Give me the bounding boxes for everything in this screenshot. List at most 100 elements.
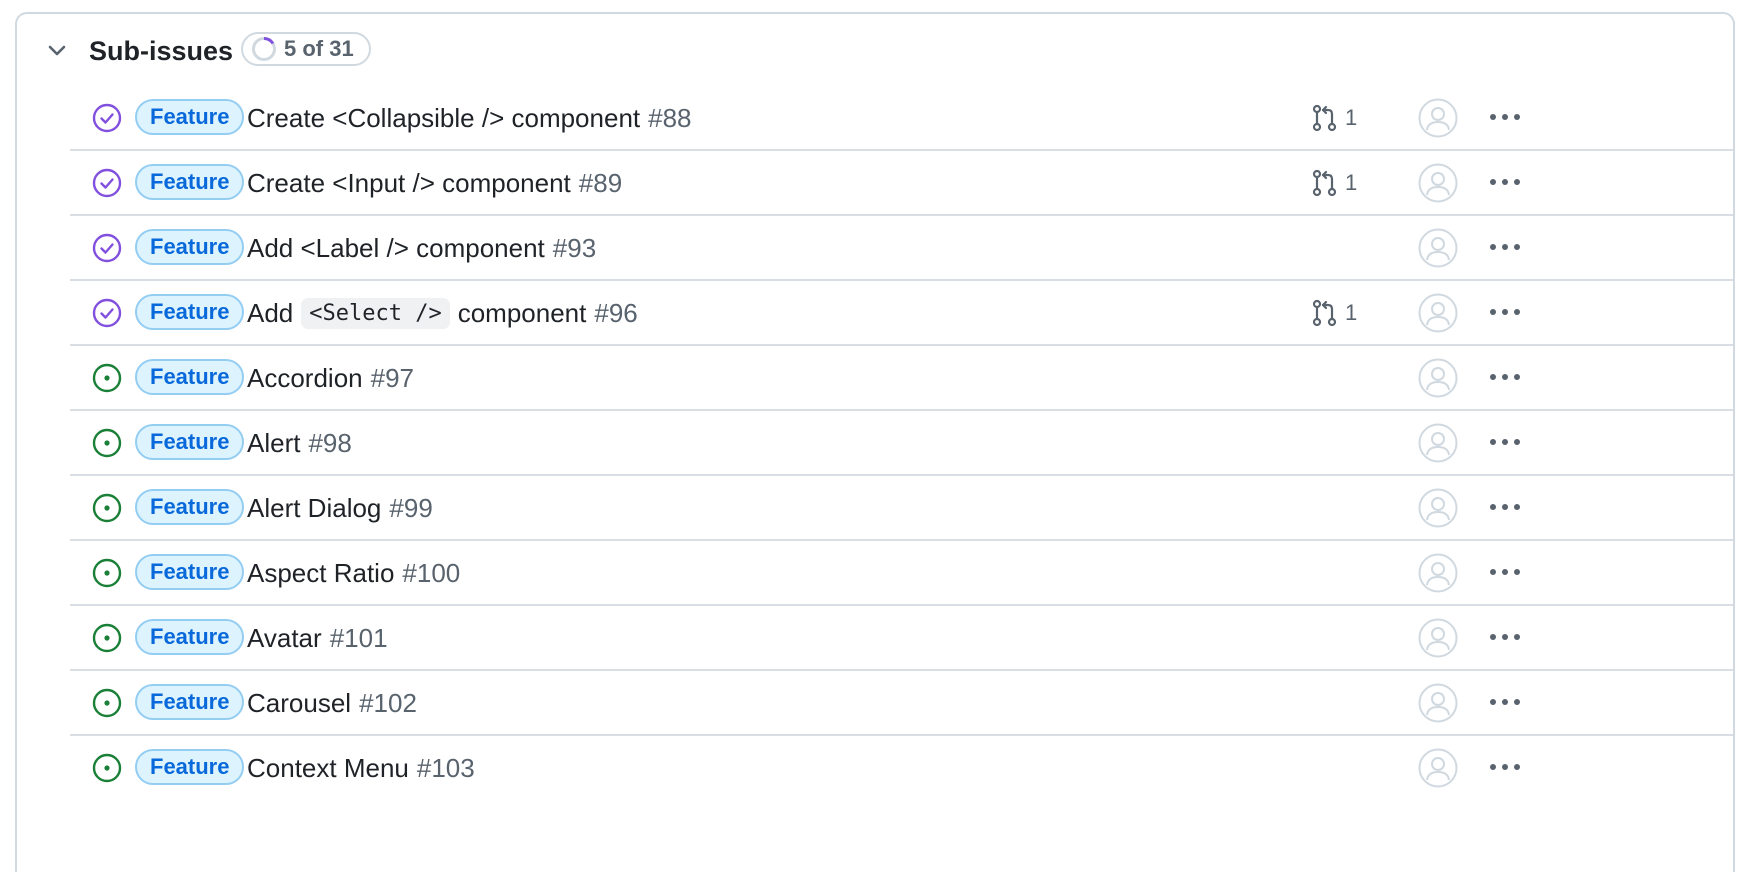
progress-ring-icon bbox=[252, 37, 276, 61]
section-title: Sub-issues bbox=[89, 36, 234, 66]
sub-issues-panel: Sub-issues 5 of 31 Feature Create <Collap… bbox=[15, 12, 1735, 872]
sub-issue-row[interactable]: Feature Alert #98 bbox=[17, 411, 1733, 476]
assignee-avatar-icon[interactable] bbox=[1418, 98, 1458, 138]
issue-title-link[interactable]: Avatar #101 bbox=[247, 620, 388, 656]
row-actions-button[interactable] bbox=[1483, 751, 1527, 783]
issue-closed-icon bbox=[92, 103, 122, 133]
issue-title-text: Carousel bbox=[247, 687, 352, 718]
sub-issue-row[interactable]: Feature Carousel #102 bbox=[17, 671, 1733, 736]
issue-title-text: Alert Dialog bbox=[247, 492, 382, 523]
kebab-horizontal-icon bbox=[1490, 439, 1520, 445]
issue-title-link[interactable]: Create <Collapsible /> component #88 bbox=[247, 100, 692, 136]
row-actions-button[interactable] bbox=[1483, 166, 1527, 198]
issue-title-text: Alert bbox=[247, 427, 301, 458]
assignee-avatar-icon[interactable] bbox=[1418, 163, 1458, 203]
linked-pull-requests[interactable]: 1 bbox=[1311, 167, 1357, 199]
linked-pull-requests[interactable]: 1 bbox=[1311, 102, 1357, 134]
issue-title-link[interactable]: Context Menu #103 bbox=[247, 750, 475, 786]
sub-issue-row[interactable]: Feature Add <Select /> component #96 1 bbox=[17, 281, 1733, 346]
sub-issue-row[interactable]: Feature Aspect Ratio #100 bbox=[17, 541, 1733, 606]
issue-number: #96 bbox=[594, 297, 638, 328]
issue-title-link[interactable]: Add <Select /> component #96 bbox=[247, 295, 638, 331]
kebab-horizontal-icon bbox=[1490, 309, 1520, 315]
issue-closed-icon bbox=[92, 233, 122, 263]
collapse-toggle-button[interactable] bbox=[43, 36, 71, 64]
label-feature[interactable]: Feature bbox=[135, 619, 245, 655]
assignee-avatar-icon[interactable] bbox=[1418, 618, 1458, 658]
issue-open-icon bbox=[92, 493, 122, 523]
label-feature[interactable]: Feature bbox=[135, 749, 245, 785]
issue-title-link[interactable]: Alert Dialog #99 bbox=[247, 490, 433, 526]
assignee-avatar-icon[interactable] bbox=[1418, 553, 1458, 593]
sub-issue-row[interactable]: Feature Avatar #101 bbox=[17, 606, 1733, 671]
progress-count: 5 of 31 bbox=[284, 36, 354, 61]
row-actions-button[interactable] bbox=[1483, 101, 1527, 133]
row-actions-button[interactable] bbox=[1483, 361, 1527, 393]
sub-issue-row[interactable]: Feature Accordion #97 bbox=[17, 346, 1733, 411]
pull-request-icon bbox=[1312, 104, 1337, 132]
issue-number: #98 bbox=[308, 427, 352, 458]
issue-title-text: Context Menu bbox=[247, 752, 409, 783]
sub-issue-row[interactable]: Feature Create <Input /> component #89 1 bbox=[17, 151, 1733, 216]
row-actions-button[interactable] bbox=[1483, 556, 1527, 588]
assignee-avatar-icon[interactable] bbox=[1418, 228, 1458, 268]
row-actions-button[interactable] bbox=[1483, 296, 1527, 328]
label-feature[interactable]: Feature bbox=[135, 554, 245, 590]
issue-title-text: Create <Input /> component bbox=[247, 167, 571, 198]
kebab-horizontal-icon bbox=[1490, 699, 1520, 705]
issue-open-icon bbox=[92, 558, 122, 588]
sub-issue-row[interactable]: Feature Create <Collapsible /> component #… bbox=[17, 86, 1733, 151]
pull-request-icon bbox=[1312, 299, 1337, 327]
issue-number: #100 bbox=[402, 557, 461, 588]
issue-number: #103 bbox=[416, 752, 475, 783]
kebab-horizontal-icon bbox=[1490, 504, 1520, 510]
issue-title-text: Avatar bbox=[247, 622, 322, 653]
label-feature[interactable]: Feature bbox=[135, 489, 245, 525]
sub-issue-row[interactable]: Feature Add <Label /> component #93 bbox=[17, 216, 1733, 281]
label-feature[interactable]: Feature bbox=[135, 99, 245, 135]
issue-title-text: Accordion bbox=[247, 362, 363, 393]
issue-number: #99 bbox=[389, 492, 433, 523]
kebab-horizontal-icon bbox=[1490, 569, 1520, 575]
linked-pull-requests[interactable]: 1 bbox=[1311, 297, 1357, 329]
issue-closed-icon bbox=[92, 298, 122, 328]
issue-title-link[interactable]: Alert #98 bbox=[247, 425, 352, 461]
label-feature[interactable]: Feature bbox=[135, 229, 245, 265]
row-actions-button[interactable] bbox=[1483, 686, 1527, 718]
assignee-avatar-icon[interactable] bbox=[1418, 423, 1458, 463]
sub-issue-row[interactable]: Feature Context Menu #103 bbox=[17, 736, 1733, 801]
assignee-avatar-icon[interactable] bbox=[1418, 358, 1458, 398]
issue-title-link[interactable]: Aspect Ratio #100 bbox=[247, 555, 460, 591]
issue-number: #97 bbox=[370, 362, 415, 393]
assignee-avatar-icon[interactable] bbox=[1418, 683, 1458, 723]
assignee-avatar-icon[interactable] bbox=[1418, 748, 1458, 788]
kebab-horizontal-icon bbox=[1490, 634, 1520, 640]
issue-title-link[interactable]: Carousel #102 bbox=[247, 685, 417, 721]
issue-open-icon bbox=[92, 363, 122, 393]
row-actions-button[interactable] bbox=[1483, 426, 1527, 458]
issue-title-link[interactable]: Create <Input /> component #89 bbox=[247, 165, 622, 201]
row-actions-button[interactable] bbox=[1483, 491, 1527, 523]
issue-number: #102 bbox=[359, 687, 417, 718]
label-feature[interactable]: Feature bbox=[135, 294, 245, 330]
issue-title-code: <Select /> bbox=[301, 297, 450, 329]
issue-open-icon bbox=[92, 623, 122, 653]
assignee-avatar-icon[interactable] bbox=[1418, 488, 1458, 528]
label-feature[interactable]: Feature bbox=[135, 684, 245, 720]
sub-issue-row[interactable]: Feature Alert Dialog #99 bbox=[17, 476, 1733, 541]
issue-title-link[interactable]: Accordion #97 bbox=[247, 360, 414, 396]
issue-number: #93 bbox=[552, 232, 597, 263]
sub-issues-header: Sub-issues 5 of 31 bbox=[17, 14, 1733, 86]
issue-open-icon bbox=[92, 688, 122, 718]
issue-title-link[interactable]: Add <Label /> component #93 bbox=[247, 230, 596, 266]
issue-number: #88 bbox=[648, 102, 692, 133]
kebab-horizontal-icon bbox=[1490, 244, 1520, 250]
row-actions-button[interactable] bbox=[1483, 231, 1527, 263]
assignee-avatar-icon[interactable] bbox=[1418, 293, 1458, 333]
row-actions-button[interactable] bbox=[1483, 621, 1527, 653]
label-feature[interactable]: Feature bbox=[135, 359, 245, 395]
issue-closed-icon bbox=[92, 168, 122, 198]
label-feature[interactable]: Feature bbox=[135, 424, 245, 460]
label-feature[interactable]: Feature bbox=[135, 164, 245, 200]
issue-open-icon bbox=[92, 753, 122, 783]
